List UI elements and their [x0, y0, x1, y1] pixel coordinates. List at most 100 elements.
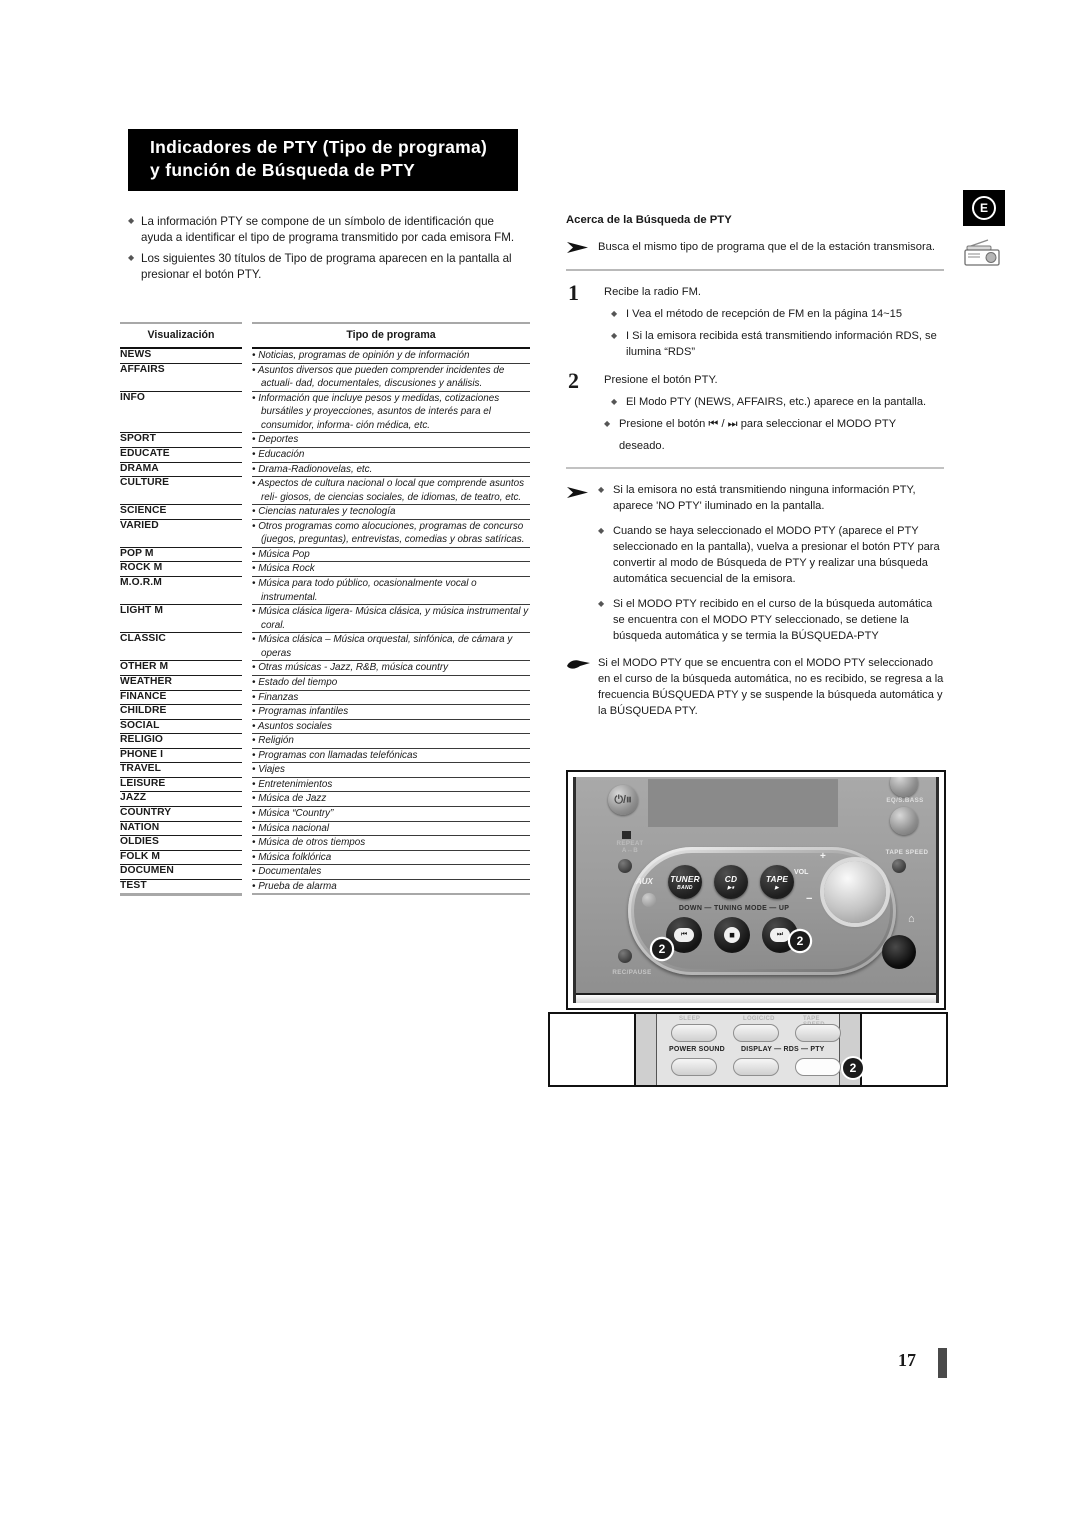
repeat-button[interactable]	[618, 859, 632, 873]
divider	[566, 269, 944, 272]
pty-display-code: LEISURE	[120, 777, 166, 789]
table-row: OLDIES • Música de otros tiempos	[120, 835, 530, 851]
pty-display-code: DRAMA	[120, 462, 159, 474]
pty-display-code: PHONE I	[120, 748, 164, 760]
band-label: BAND	[677, 884, 693, 891]
logic-cd-button[interactable]	[733, 1024, 779, 1042]
pty-description: • Música de Jazz	[252, 793, 327, 805]
pty-description: • Música “Country”	[252, 808, 334, 819]
table-header-row: Visualización Tipo de programa	[120, 322, 530, 349]
step-2-head: Presione el botón PTY.	[604, 374, 718, 387]
pty-description: • Asuntos diversos que pueden comprender…	[252, 364, 505, 390]
pty-display-code: OLDIES	[120, 836, 159, 848]
radio-icon	[964, 239, 1000, 266]
page-number: 17	[898, 1350, 916, 1370]
table-row: M.O.R.M • Música para todo público, ocasi…	[120, 576, 530, 606]
pty-display-code: NATION	[120, 821, 160, 833]
tape-button[interactable]: TAPE ▶	[760, 865, 794, 899]
table-row: TEST • Prueba de alarma	[120, 879, 530, 896]
power-button[interactable]: ⏻/⏸	[608, 785, 638, 815]
note-3: ◆ Si el MODO PTY recibido en el curso de…	[598, 597, 944, 645]
sleep-button[interactable]	[671, 1024, 717, 1042]
eq-knob-lower[interactable]	[890, 807, 918, 835]
note-3-text: Si el MODO PTY recibido en el curso de l…	[613, 598, 933, 643]
table-row: SCIENCE • Ciencias naturales y tecnología	[120, 504, 530, 520]
tape-play-icon: ▶	[774, 884, 780, 891]
tape-speed-button-remote[interactable]	[795, 1024, 841, 1042]
aux-button[interactable]	[642, 893, 656, 907]
arrow-note-icon	[567, 487, 588, 499]
pty-description: • Programas con llamadas telefónicas	[252, 749, 418, 761]
pty-description: • Drama-Radionovelas, etc.	[252, 463, 373, 475]
pty-display-code: EDUCATE	[120, 447, 170, 459]
intro-text-1: La información PTY se compone de un símb…	[141, 215, 515, 245]
cd-button[interactable]: CD ▶⏸	[714, 865, 748, 899]
step-2-bullet-1: ◆ El Modo PTY (NEWS, AFFAIRS, etc.) apar…	[604, 395, 944, 411]
intro-text-2: Los siguientes 30 títulos de Tipo de pro…	[141, 251, 512, 282]
diamond-bullet-icon: ◆	[611, 330, 618, 340]
pty-display-code: COUNTRY	[120, 807, 172, 818]
repeat-led-icon	[622, 831, 631, 839]
table-row: JAZZ • Música de Jazz	[120, 791, 530, 807]
step-1-bullet-1-text: I Vea el método de recepción de FM en la…	[626, 308, 902, 321]
pty-description: • Noticias, programas de opinión y de in…	[252, 350, 470, 361]
display-button[interactable]	[733, 1058, 779, 1076]
page-title-line1: Indicadores de PTY (Tipo de programa)	[150, 137, 488, 157]
table-row: VARIED • Otros programas como alocuciones…	[120, 519, 530, 548]
volume-label: VOL	[794, 869, 809, 876]
device-body: ⏻/⏸ EQ/S.BASS TAPE SPEED REPEAT A↔B REC/…	[573, 777, 939, 1003]
pty-display-code: TRAVEL	[120, 763, 162, 775]
divider-2	[566, 467, 944, 470]
pty-display-code: SOCIAL	[120, 719, 160, 731]
rec-pause-label: REC/PAUSE	[612, 969, 652, 976]
table-row: SOCIAL • Asuntos sociales	[120, 719, 530, 735]
table-row: COUNTRY • Música “Country”	[120, 806, 530, 822]
tape-speed-button[interactable]	[892, 859, 906, 873]
callout-2-remote: 2	[843, 1058, 863, 1078]
power-sound-button[interactable]	[671, 1058, 717, 1076]
pty-description: • Música clásica ligera- Música clásica,…	[252, 606, 529, 631]
tape-label: TAPE	[765, 873, 789, 884]
table-row: NATION • Música nacional	[120, 821, 530, 837]
pty-display-code: M.O.R.M	[120, 577, 162, 588]
table-row: INFO • Información que incluye pesos y me…	[120, 391, 530, 434]
remote-blank-left	[550, 1014, 636, 1085]
note-2: ◆ Cuando se haya seleccionado el MODO PT…	[598, 524, 944, 588]
tuner-label: TUNER	[670, 873, 700, 884]
table-row: LEISURE • Entretenimientos	[120, 777, 530, 793]
diamond-bullet-icon: ◆	[598, 599, 605, 609]
pty-description: • Asuntos sociales	[252, 720, 332, 732]
volume-knob[interactable]	[824, 861, 886, 923]
pty-description: • Música clásica – Música orquestal, sin…	[252, 634, 513, 659]
table-row: CLASSIC • Música clásica – Música orquest…	[120, 632, 530, 662]
table-row: ROCK M • Música Rock	[120, 561, 530, 577]
volume-plus-label: +	[820, 851, 826, 862]
note-1: ◆ Si la emisora no está transmitiendo ni…	[598, 483, 944, 515]
pty-description: • Música para todo público, ocasionalmen…	[252, 578, 477, 603]
column-header-display: Visualización	[147, 329, 215, 341]
eq-knob-upper[interactable]	[890, 777, 918, 797]
pty-description: • Prueba de alarma	[252, 880, 337, 892]
pty-table: Visualización Tipo de programa NEWS • Notic…	[120, 322, 530, 896]
table-row: WEATHER • Estado del tiempo	[120, 675, 530, 691]
next-track-icon: ⏭	[770, 928, 790, 942]
remote-edge-left	[636, 1014, 656, 1085]
pty-button[interactable]	[795, 1058, 841, 1076]
step-1-head: Recibe la radio FM.	[604, 286, 701, 299]
diamond-bullet-icon: ◆	[598, 485, 605, 495]
repeat-label-text: REPEAT	[616, 840, 644, 847]
page-title: Indicadores de PTY (Tipo de programa) y …	[128, 129, 518, 191]
stop-button[interactable]: ◼	[714, 917, 750, 953]
rec-pause-button[interactable]	[618, 949, 632, 963]
aux-label: AUX	[636, 877, 653, 886]
diamond-bullet-icon: ◆	[611, 309, 618, 319]
column-header-program-type: Tipo de programa	[346, 329, 436, 341]
pty-description: • Música folklórica	[252, 851, 332, 863]
diamond-bullet-icon: ◆	[128, 252, 135, 262]
pty-description: • Viajes	[252, 764, 285, 776]
step-2-bullet-3: deseado.	[604, 439, 944, 455]
hand-note-block: Si el MODO PTY que se encuentra con el M…	[566, 656, 944, 720]
tuner-band-button[interactable]: TUNER BAND	[668, 865, 702, 899]
pty-description: • Aspectos de cultura nacional o local q…	[252, 478, 525, 503]
repeat-label: REPEAT A↔B	[608, 840, 652, 854]
